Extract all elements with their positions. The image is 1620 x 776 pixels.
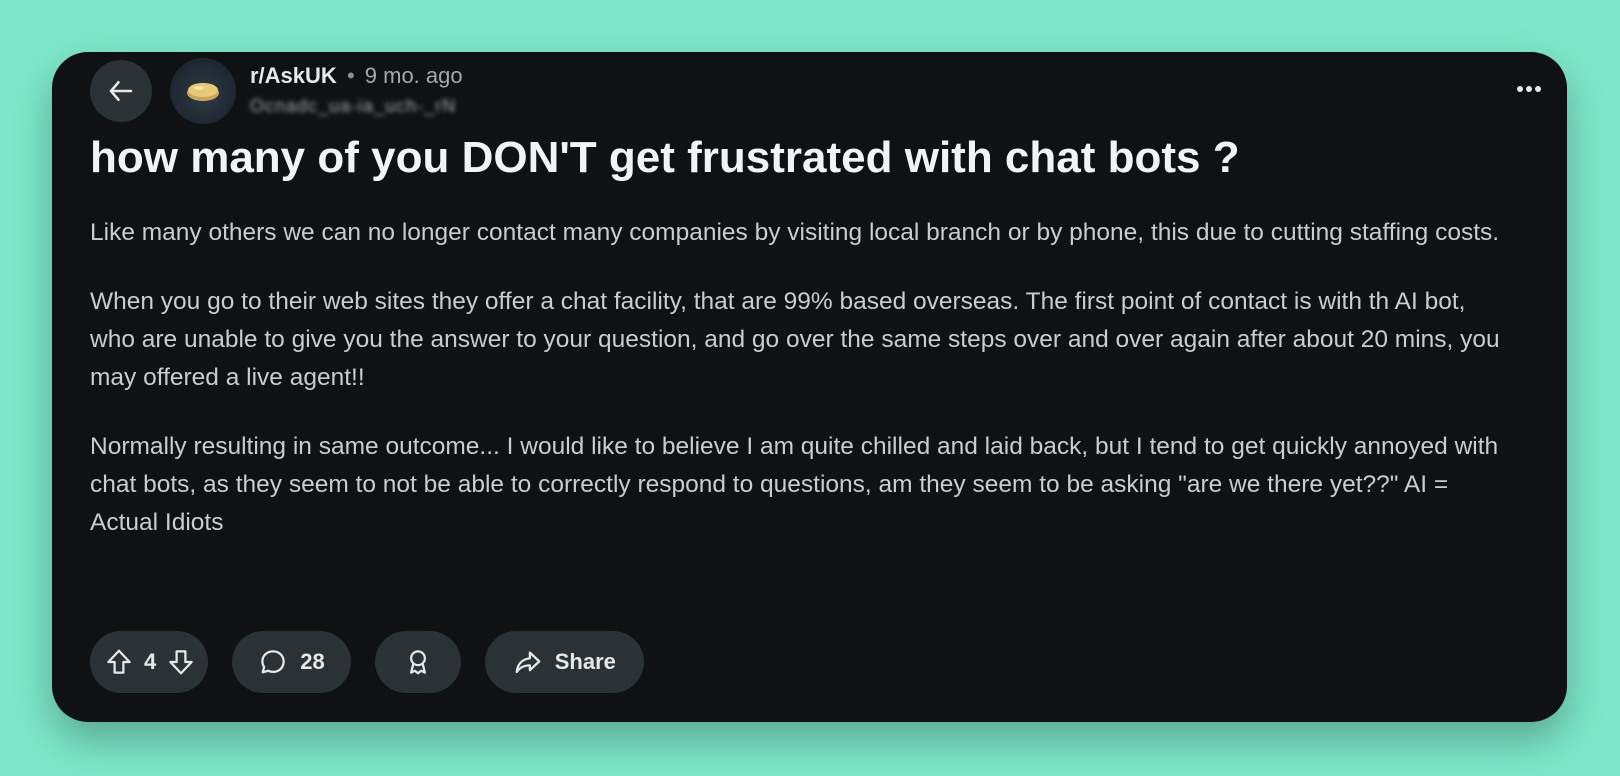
share-arrow-icon [515,651,541,674]
post-body: Like many others we can no longer contac… [90,214,1510,573]
subreddit-avatar[interactable] [170,58,236,124]
action-bar: 4 28 Share [90,631,644,693]
post-card: r/AskUK • 9 mo. ago Ocnadc_ua-ia_uch-_rN… [52,52,1567,722]
comments-button[interactable]: 28 [232,631,351,693]
subreddit-name[interactable]: r/AskUK [250,63,337,88]
post-age: 9 mo. ago [364,63,463,88]
author-name[interactable]: Ocnadc_ua-ia_uch-_rN [250,96,456,117]
more-options-button[interactable] [1509,74,1549,104]
vote-control: 4 [90,631,209,693]
subreddit-icon [187,83,219,101]
vote-count: 4 [144,649,157,674]
back-button[interactable] [90,60,152,122]
post-paragraph: When you go to their web sites they offe… [90,288,1500,391]
share-label: Share [554,649,616,674]
more-horizontal-icon [1517,86,1541,92]
downvote-button[interactable] [166,647,196,677]
post-title: how many of you DON'T get frustrated wit… [90,133,1240,182]
meta-separator: • [346,63,355,88]
post-meta: r/AskUK • 9 mo. ago [250,62,463,90]
arrow-up-icon [107,649,131,674]
award-button[interactable] [374,631,461,693]
share-button[interactable]: Share [484,631,644,693]
arrow-down-icon [169,650,193,675]
comment-count: 28 [300,649,325,674]
award-icon [409,650,426,675]
upvote-button[interactable] [104,647,134,677]
arrow-left-icon [109,81,133,101]
comment-bubble-icon [261,650,285,674]
post-paragraph: Normally resulting in same outcome... I … [90,433,1499,536]
post-paragraph: Like many others we can no longer contac… [90,219,1500,246]
